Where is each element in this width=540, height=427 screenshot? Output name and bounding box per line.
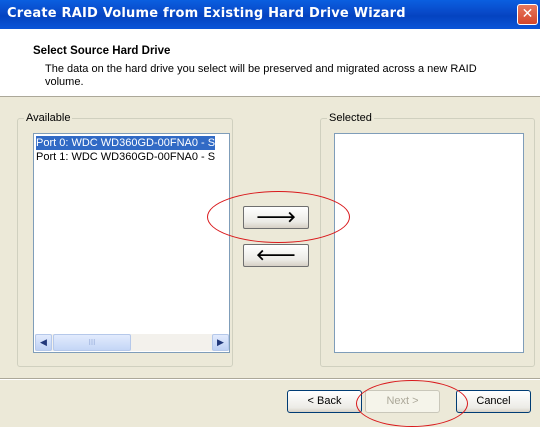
window-title: Create RAID Volume from Existing Hard Dr… [7,6,406,21]
title-bar: Create RAID Volume from Existing Hard Dr… [0,0,540,29]
grip-icon: III [88,338,96,347]
chevron-right-icon: ▶ [217,337,224,347]
scroll-thumb[interactable]: III [53,334,131,351]
arrow-left-icon: 🡐 [255,247,297,264]
selected-list[interactable] [334,133,524,353]
scroll-right-button[interactable]: ▶ [212,334,229,351]
list-item[interactable]: Port 0: WDC WD360GD-00FNA0 - S [36,136,216,150]
available-list[interactable]: Port 0: WDC WD360GD-00FNA0 - S Port 1: W… [33,133,230,353]
available-label: Available [24,112,73,125]
close-icon: ✕ [521,6,534,22]
back-button-label: < Back [307,395,342,407]
horizontal-scrollbar[interactable]: ◀ III ▶ [35,334,229,351]
add-drive-button[interactable]: 🡒 [243,206,309,229]
close-button[interactable]: ✕ [517,4,538,25]
list-item[interactable]: Port 1: WDC WD360GD-00FNA0 - S [36,150,215,164]
page-description: The data on the hard drive you select wi… [45,63,477,88]
available-group: Available Port 0: WDC WD360GD-00FNA0 - S… [17,112,233,367]
cancel-button-label: Cancel [476,395,511,407]
next-button[interactable]: Next > [365,390,440,413]
back-button[interactable]: < Back [287,390,362,413]
cancel-button[interactable]: Cancel [456,390,531,413]
selected-label: Selected [327,112,374,125]
list-item-label: Port 1: WDC WD360GD-00FNA0 - S [36,151,216,163]
arrow-right-icon: 🡒 [255,209,297,226]
page-title: Select Source Hard Drive [33,45,171,57]
list-item-label: Port 0: WDC WD360GD-00FNA0 - S [36,137,216,149]
next-button-label: Next > [386,395,419,407]
footer-divider [0,378,540,380]
remove-drive-button[interactable]: 🡐 [243,244,309,267]
chevron-left-icon: ◀ [40,337,47,347]
scroll-left-button[interactable]: ◀ [35,334,52,351]
selected-group: Selected [320,112,535,367]
